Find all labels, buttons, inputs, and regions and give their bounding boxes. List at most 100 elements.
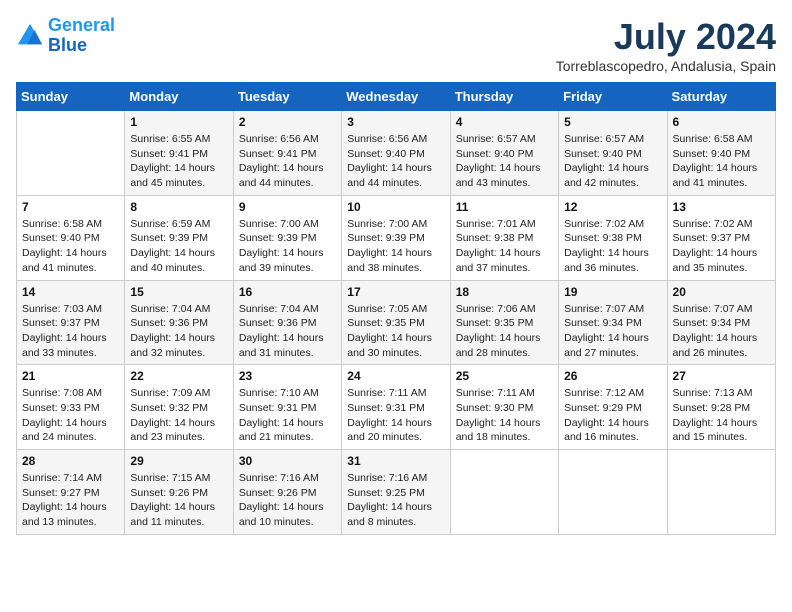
day-cell: 16 Sunrise: 7:04 AMSunset: 9:36 PMDayligh… [233,280,341,365]
logo-icon [16,22,44,50]
week-row-2: 7 Sunrise: 6:58 AMSunset: 9:40 PMDaylight… [17,195,776,280]
day-number: 17 [347,285,444,299]
logo-text: GeneralBlue [48,16,115,56]
day-info: Sunrise: 7:11 AMSunset: 9:30 PMDaylight:… [456,386,553,445]
day-info: Sunrise: 7:06 AMSunset: 9:35 PMDaylight:… [456,302,553,361]
day-info: Sunrise: 7:00 AMSunset: 9:39 PMDaylight:… [239,217,336,276]
day-info: Sunrise: 7:14 AMSunset: 9:27 PMDaylight:… [22,471,119,530]
day-number: 20 [673,285,770,299]
day-number: 6 [673,115,770,129]
day-cell: 4Sunrise: 6:57 AMSunset: 9:40 PMDaylight… [450,111,558,196]
day-info: Sunrise: 7:08 AMSunset: 9:33 PMDaylight:… [22,386,119,445]
day-number: 11 [456,200,553,214]
day-cell: 28 Sunrise: 7:14 AMSunset: 9:27 PMDayligh… [17,450,125,535]
day-number: 16 [239,285,336,299]
day-cell: 29 Sunrise: 7:15 AMSunset: 9:26 PMDayligh… [125,450,233,535]
month-year-title: July 2024 [556,16,776,58]
header-saturday: Saturday [667,83,775,111]
day-number: 24 [347,369,444,383]
day-number: 26 [564,369,661,383]
day-info: Sunrise: 7:12 AMSunset: 9:29 PMDaylight:… [564,386,661,445]
day-info: Sunrise: 6:55 AMSunset: 9:41 PMDaylight:… [130,132,227,191]
header-sunday: Sunday [17,83,125,111]
day-cell: 3 Sunrise: 6:56 AMSunset: 9:40 PMDaylight… [342,111,450,196]
day-cell: 30 Sunrise: 7:16 AMSunset: 9:26 PMDayligh… [233,450,341,535]
day-cell: 7 Sunrise: 6:58 AMSunset: 9:40 PMDaylight… [17,195,125,280]
day-cell: 14Sunrise: 7:03 AMSunset: 9:37 PMDayligh… [17,280,125,365]
day-info: Sunrise: 7:16 AMSunset: 9:25 PMDaylight:… [347,471,444,530]
day-info: Sunrise: 6:56 AMSunset: 9:41 PMDaylight:… [239,132,336,191]
day-cell: 1Sunrise: 6:55 AMSunset: 9:41 PMDaylight… [125,111,233,196]
day-info: Sunrise: 6:58 AMSunset: 9:40 PMDaylight:… [673,132,770,191]
day-cell: 31 Sunrise: 7:16 AMSunset: 9:25 PMDayligh… [342,450,450,535]
day-info: Sunrise: 6:57 AMSunset: 9:40 PMDaylight:… [564,132,661,191]
day-info: Sunrise: 6:58 AMSunset: 9:40 PMDaylight:… [22,217,119,276]
day-cell [17,111,125,196]
day-number: 10 [347,200,444,214]
day-info: Sunrise: 6:59 AMSunset: 9:39 PMDaylight:… [130,217,227,276]
day-cell: 8 Sunrise: 6:59 AMSunset: 9:39 PMDaylight… [125,195,233,280]
day-info: Sunrise: 7:04 AMSunset: 9:36 PMDaylight:… [130,302,227,361]
day-number: 12 [564,200,661,214]
day-cell: 17 Sunrise: 7:05 AMSunset: 9:35 PMDayligh… [342,280,450,365]
week-row-3: 14Sunrise: 7:03 AMSunset: 9:37 PMDayligh… [17,280,776,365]
day-number: 30 [239,454,336,468]
day-number: 13 [673,200,770,214]
day-info: Sunrise: 6:57 AMSunset: 9:40 PMDaylight:… [456,132,553,191]
day-cell: 24 Sunrise: 7:11 AMSunset: 9:31 PMDayligh… [342,365,450,450]
day-number: 3 [347,115,444,129]
day-info: Sunrise: 7:01 AMSunset: 9:38 PMDaylight:… [456,217,553,276]
day-info: Sunrise: 7:11 AMSunset: 9:31 PMDaylight:… [347,386,444,445]
day-info: Sunrise: 7:05 AMSunset: 9:35 PMDaylight:… [347,302,444,361]
day-cell: 11 Sunrise: 7:01 AMSunset: 9:38 PMDayligh… [450,195,558,280]
day-number: 5 [564,115,661,129]
week-row-4: 21 Sunrise: 7:08 AMSunset: 9:33 PMDayligh… [17,365,776,450]
location-subtitle: Torreblascopedro, Andalusia, Spain [556,58,776,74]
day-number: 28 [22,454,119,468]
day-number: 15 [130,285,227,299]
day-info: Sunrise: 7:04 AMSunset: 9:36 PMDaylight:… [239,302,336,361]
day-number: 31 [347,454,444,468]
day-number: 2 [239,115,336,129]
day-cell: 26 Sunrise: 7:12 AMSunset: 9:29 PMDayligh… [559,365,667,450]
week-row-1: 1Sunrise: 6:55 AMSunset: 9:41 PMDaylight… [17,111,776,196]
day-number: 29 [130,454,227,468]
day-number: 18 [456,285,553,299]
day-number: 7 [22,200,119,214]
day-info: Sunrise: 7:15 AMSunset: 9:26 PMDaylight:… [130,471,227,530]
calendar-header-row: SundayMondayTuesdayWednesdayThursdayFrid… [17,83,776,111]
day-cell: 9 Sunrise: 7:00 AMSunset: 9:39 PMDaylight… [233,195,341,280]
day-number: 14 [22,285,119,299]
day-cell: 18 Sunrise: 7:06 AMSunset: 9:35 PMDayligh… [450,280,558,365]
day-cell: 5 Sunrise: 6:57 AMSunset: 9:40 PMDaylight… [559,111,667,196]
day-cell [559,450,667,535]
logo: GeneralBlue [16,16,115,56]
header-friday: Friday [559,83,667,111]
week-row-5: 28 Sunrise: 7:14 AMSunset: 9:27 PMDayligh… [17,450,776,535]
day-info: Sunrise: 7:16 AMSunset: 9:26 PMDaylight:… [239,471,336,530]
day-number: 23 [239,369,336,383]
day-cell: 6 Sunrise: 6:58 AMSunset: 9:40 PMDaylight… [667,111,775,196]
day-number: 27 [673,369,770,383]
day-cell: 20 Sunrise: 7:07 AMSunset: 9:34 PMDayligh… [667,280,775,365]
day-info: Sunrise: 7:09 AMSunset: 9:32 PMDaylight:… [130,386,227,445]
day-number: 9 [239,200,336,214]
day-cell: 25 Sunrise: 7:11 AMSunset: 9:30 PMDayligh… [450,365,558,450]
header-thursday: Thursday [450,83,558,111]
day-info: Sunrise: 7:07 AMSunset: 9:34 PMDaylight:… [564,302,661,361]
day-cell: 10Sunrise: 7:00 AMSunset: 9:39 PMDayligh… [342,195,450,280]
day-cell: 13 Sunrise: 7:02 AMSunset: 9:37 PMDayligh… [667,195,775,280]
day-number: 8 [130,200,227,214]
day-cell: 21 Sunrise: 7:08 AMSunset: 9:33 PMDayligh… [17,365,125,450]
day-number: 25 [456,369,553,383]
day-number: 21 [22,369,119,383]
day-cell [450,450,558,535]
day-info: Sunrise: 7:07 AMSunset: 9:34 PMDaylight:… [673,302,770,361]
title-area: July 2024 Torreblascopedro, Andalusia, S… [556,16,776,74]
header-tuesday: Tuesday [233,83,341,111]
day-info: Sunrise: 7:02 AMSunset: 9:37 PMDaylight:… [673,217,770,276]
day-cell: 15 Sunrise: 7:04 AMSunset: 9:36 PMDayligh… [125,280,233,365]
day-info: Sunrise: 6:56 AMSunset: 9:40 PMDaylight:… [347,132,444,191]
day-info: Sunrise: 7:02 AMSunset: 9:38 PMDaylight:… [564,217,661,276]
day-info: Sunrise: 7:10 AMSunset: 9:31 PMDaylight:… [239,386,336,445]
